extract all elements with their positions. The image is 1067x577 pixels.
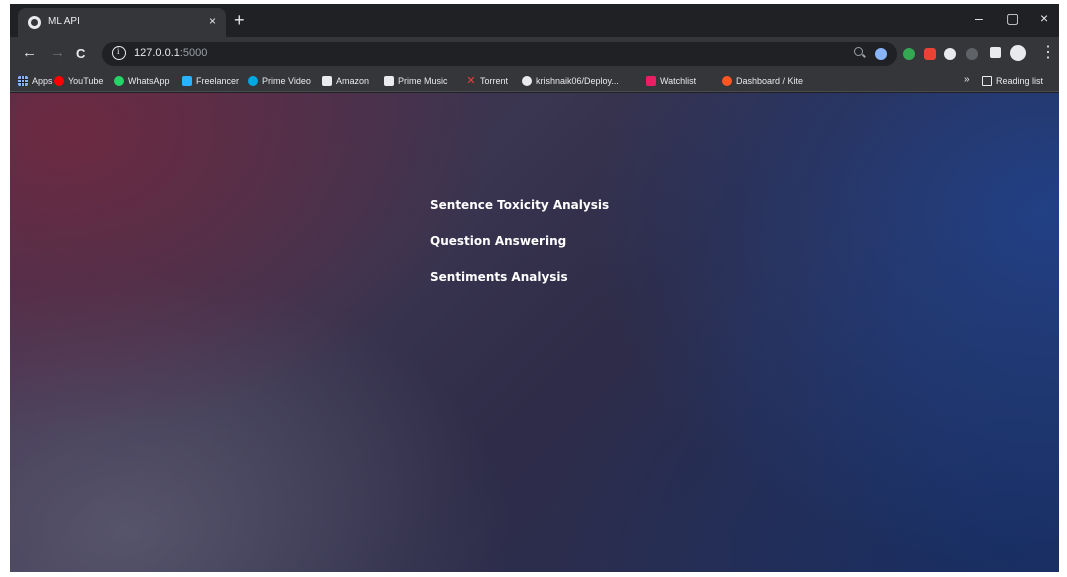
reading-list-icon <box>982 76 992 86</box>
sentiments-analysis-link[interactable]: Sentiments Analysis <box>430 270 568 284</box>
url-host: 127.0.0.1 <box>134 47 180 59</box>
question-answering-link[interactable]: Question Answering <box>430 234 566 248</box>
bookmark-watchlist[interactable]: Watchlist <box>646 73 696 89</box>
bookmark-github[interactable]: krishnaik06/Deploy... <box>522 73 619 89</box>
bookmark-label: Prime Video <box>262 76 311 86</box>
bookmark-label: Prime Music <box>398 76 448 86</box>
url-port: :5000 <box>179 47 208 59</box>
kite-icon <box>722 76 732 86</box>
freelancer-icon <box>182 76 192 86</box>
prime-video-icon <box>248 76 258 86</box>
bookmark-label: Freelancer <box>196 76 240 86</box>
tab-ml-api[interactable]: ML API × <box>18 8 226 37</box>
tab-strip: ML API × + – ▢ × <box>10 4 1059 37</box>
amazon-icon <box>322 76 332 86</box>
close-window-button[interactable]: × <box>1040 10 1048 26</box>
bookmark-label: Watchlist <box>660 76 697 86</box>
extensions-puzzle-icon[interactable] <box>990 47 1001 58</box>
bookmark-kite[interactable]: Dashboard / Kite <box>722 73 803 89</box>
address-bar[interactable]: 127.0.0.1:5000 <box>102 42 897 66</box>
extension-blue-icon[interactable] <box>875 48 887 60</box>
bookmark-label: YouTube <box>68 76 104 86</box>
back-button[interactable]: ← <box>22 44 37 62</box>
torrent-icon: ✕ <box>466 75 476 87</box>
bookmark-label: Torrent <box>480 76 509 86</box>
bookmark-label: krishnaik06/Deploy... <box>536 76 619 86</box>
bookmark-freelancer[interactable]: Freelancer <box>182 73 239 89</box>
extension-dark-icon[interactable] <box>966 48 978 60</box>
bookmarks-bar: Apps YouTube WhatsApp Freelancer Prime V… <box>10 70 1059 92</box>
reading-list-label: Reading list <box>996 76 1044 86</box>
new-tab-button[interactable]: + <box>234 10 245 30</box>
bookmark-whatsapp[interactable]: WhatsApp <box>114 73 170 89</box>
bookmark-youtube[interactable]: YouTube <box>54 73 103 89</box>
prime-music-icon <box>384 76 394 86</box>
site-info-icon[interactable] <box>112 46 126 60</box>
extension-red-icon[interactable] <box>924 48 936 60</box>
sentence-toxicity-link[interactable]: Sentence Toxicity Analysis <box>430 198 609 212</box>
tab-title: ML API <box>48 16 80 27</box>
tab-close-icon[interactable]: × <box>209 14 216 28</box>
bookmark-label: Apps <box>32 76 53 86</box>
profile-avatar[interactable] <box>1010 45 1026 61</box>
maximize-button[interactable]: ▢ <box>1006 10 1019 26</box>
page-content: Sentence Toxicity Analysis Question Answ… <box>10 93 1059 572</box>
bookmark-label: WhatsApp <box>128 76 170 86</box>
extension-green-icon[interactable] <box>903 48 915 60</box>
bookmark-label: Amazon <box>336 76 370 86</box>
watchlist-icon <box>646 76 656 86</box>
bookmark-amazon[interactable]: Amazon <box>322 73 369 89</box>
toolbar: ← → C 127.0.0.1:5000 ⋮ <box>10 37 1059 70</box>
search-icon[interactable] <box>854 47 863 56</box>
bookmark-torrent[interactable]: ✕ Torrent <box>466 73 508 89</box>
youtube-icon <box>54 76 64 86</box>
github-icon <box>522 76 532 86</box>
url-text[interactable]: 127.0.0.1:5000 <box>134 47 207 59</box>
reload-button[interactable]: C <box>76 45 85 63</box>
globe-icon <box>28 16 41 29</box>
bookmarks-overflow-button[interactable]: » <box>964 74 970 85</box>
browser-menu-icon[interactable]: ⋮ <box>1040 44 1056 62</box>
reading-list-button[interactable]: Reading list <box>982 73 1043 89</box>
bookmark-label: Dashboard / Kite <box>736 76 804 86</box>
bookmark-prime-music[interactable]: Prime Music <box>384 73 448 89</box>
whatsapp-icon <box>114 76 124 86</box>
apps-grid-icon <box>18 76 28 86</box>
forward-button[interactable]: → <box>50 44 65 62</box>
bookmark-apps[interactable]: Apps <box>18 73 53 89</box>
browser-window: ML API × + – ▢ × ← → C 127.0.0.1:5000 ⋮ … <box>10 4 1059 572</box>
bookmark-prime-video[interactable]: Prime Video <box>248 73 311 89</box>
minimize-button[interactable]: – <box>975 10 983 26</box>
extension-white-icon[interactable] <box>944 48 956 60</box>
